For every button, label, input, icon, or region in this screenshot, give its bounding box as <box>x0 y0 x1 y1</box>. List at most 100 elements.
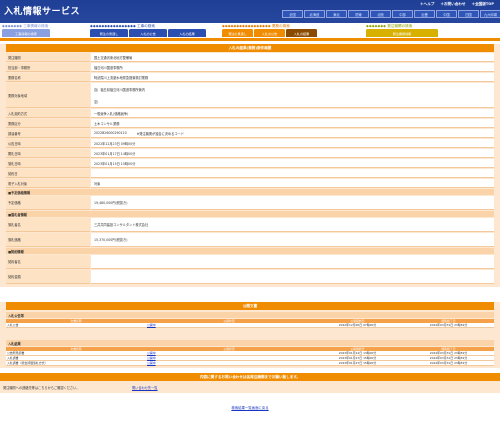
help-link[interactable]: ＋ヘルプ <box>420 2 434 7</box>
table-row: 電子入札対象 対象 <box>6 179 494 188</box>
tab-gyoumu-notice[interactable]: 入札の公告 <box>254 29 285 37</box>
table-row: 業務対象地域 自）福島県福島河川国道事務所管内 至） <box>6 83 494 108</box>
dots-decoration: ◆◆◆◆◆◆◆ <box>2 23 23 28</box>
area-to: 至） <box>94 99 101 104</box>
doc-end: 2024年03月31日 23時59分 <box>429 360 468 365</box>
nav-group-gyoumu: ◆◆◆◆◆◆◆◆◆◆◆◆◆◆◆◆◆ 業務の検索 発注の見通し 入札の公告 入札の… <box>222 23 342 38</box>
field-label: 落札日時 <box>6 159 90 168</box>
field-label: 業務対象地域 <box>6 83 90 108</box>
region-tab[interactable]: 四国 <box>458 10 479 18</box>
nav-group-label: 工事情報の検索 <box>23 23 49 28</box>
procurement-memo: ※発注機関が独自に決めるコード <box>136 131 184 136</box>
doc-name: 入札調書 <box>7 355 19 360</box>
nav-group-hacchu: ◆◆◆◆◆◆◆ 発注機関の検索 発注機関情報 <box>366 23 494 38</box>
field-value: 2023年01月15日 15時00分 <box>91 159 494 168</box>
tab-kouji-outlook[interactable]: 発注の見通し <box>90 29 128 37</box>
national-top-link[interactable]: ＋全国版TOP <box>471 2 494 7</box>
table-row: 予定価格 19,480,000円(税抜き) <box>6 196 494 210</box>
site-header: 入札情報サービス ＋ヘルプ ＋お問い合わせ ＋全国版TOP 全国 北海道 東北 … <box>0 0 500 23</box>
region-tab[interactable]: 東北 <box>326 10 347 18</box>
field-label: 担当部・事務所 <box>6 63 90 72</box>
doc-row: 入札調書 公開中 2023年01月27日 15時00分 2024年03月31日 … <box>6 356 494 361</box>
tab-kouji-notice[interactable]: 入札の公告 <box>129 29 167 37</box>
field-value: 2022B26000290110 ※発注機関が独自に決めるコード <box>91 129 494 138</box>
field-label: 契約金額 <box>6 270 90 284</box>
back-to-results: 検索結果一覧画面に戻る <box>0 405 500 410</box>
field-label: 落札価格 <box>6 233 90 247</box>
table-row: 担当部・事務所 福島河川国道事務所 <box>6 63 494 72</box>
field-label: 業務名称 <box>6 73 90 82</box>
back-to-results-link[interactable]: 検索結果一覧画面に戻る <box>231 406 268 410</box>
doc-start: 2023年01月27日 15時00分 <box>338 355 377 360</box>
field-value: 15,370,000円(税抜き) <box>91 233 494 247</box>
region-tab[interactable]: 北陸 <box>370 10 391 18</box>
field-value: 2023年01月17日 14時00分 <box>91 149 494 158</box>
region-tab[interactable]: 中国 <box>436 10 457 18</box>
tab-kouji-info-search[interactable]: 工事情報の検索 <box>2 29 50 37</box>
field-label: 調達番号 <box>6 129 90 138</box>
region-tab[interactable]: 北海道 <box>304 10 325 18</box>
table-row: 契約金額 <box>6 270 494 284</box>
table-row: 公告日時 2022年12月23日 09時00分 <box>6 139 494 148</box>
doc-row: 入札調書（総合評価落札方式） 公開中 2023年01月27日 15時00分 20… <box>6 361 494 366</box>
public-documents-panel: 公開文書 入札公告等 文書名称 公開状況 公開開始日 閲覧終了日 入札公告 公開… <box>0 302 500 368</box>
nav-group-label: 業務の検索 <box>271 23 290 28</box>
nav-group-label: 工事の検索 <box>136 23 155 28</box>
table-row: 入札契約方式 一般競争入札(価格競争) <box>6 109 494 118</box>
field-value: 19,480,000円(税抜き) <box>91 196 494 210</box>
region-tab[interactable]: 関東 <box>348 10 369 18</box>
inquiry-notice: 内容に関するお問い合わせは各発注機関までお願い致します。 <box>0 373 500 381</box>
region-tab[interactable]: 全国 <box>282 10 303 18</box>
doc-end: 2024年03月31日 23時59分 <box>429 322 468 327</box>
table-row: 落札者名 三井共同建設コンサルタント株式会社 <box>6 218 494 232</box>
contact-link[interactable]: ＋お問い合わせ <box>440 2 465 7</box>
doc-status-link[interactable]: 公開中 <box>146 361 312 365</box>
field-label: 入札契約方式 <box>6 109 90 118</box>
table-row: 落札価格 15,370,000円(税抜き) <box>6 233 494 247</box>
table-row: 開札日時 2023年01月17日 14時00分 <box>6 149 494 158</box>
documents-title: 公開文書 <box>6 302 494 310</box>
doc-status-link[interactable]: 公開中 <box>146 351 312 355</box>
field-label: 電子入札対象 <box>6 179 90 188</box>
doc-status-link[interactable]: 公開中 <box>146 356 312 360</box>
field-value <box>91 270 494 284</box>
region-tab[interactable]: 九州沖縄 <box>480 10 500 18</box>
table-row: 契約者名 <box>6 255 494 269</box>
nav-group-kouji: ◆◆◆◆◆◆◆◆◆◆◆◆◆◆◆◆ 工事の検索 発注の見通し 入札の公告 入札の結… <box>90 23 210 38</box>
table-row: 業務区分 土木コンサル業務 <box>6 119 494 128</box>
doc-status[interactable]: 公開中 <box>147 351 156 355</box>
field-label: 契約者名 <box>6 255 90 269</box>
doc-status[interactable]: 公開中 <box>147 361 156 365</box>
table-row: 業務名称 阿武隈川上流遊水地緊急措置検討業務 <box>6 73 494 82</box>
doc-row: 入札公告 公開中 2022年12月20日 07時00分 2024年03月31日 … <box>6 323 494 328</box>
tab-kouji-result[interactable]: 入札の結果 <box>168 29 206 37</box>
detail-title: 入札の結果(業務)案件概要 <box>6 44 494 52</box>
procurement-number: 2022B26000290110 <box>94 131 127 135</box>
field-value: 阿武隈川上流遊水地緊急措置検討業務 <box>91 73 494 82</box>
doc-name: 入札調書（総合評価落札方式） <box>7 360 48 365</box>
table-row: 発注機関 国土交通省東北地方整備局 <box>6 53 494 62</box>
section-price: ■予定価格情報 <box>6 189 494 195</box>
region-selector: 全国 北海道 東北 関東 北陸 中部 近畿 中国 四国 九州沖縄 <box>282 10 500 18</box>
region-tab[interactable]: 近畿 <box>414 10 435 18</box>
field-label: 業務区分 <box>6 119 90 128</box>
nav-underline <box>0 38 500 41</box>
field-value: 2022年12月23日 09時00分 <box>91 139 494 148</box>
doc-status-link[interactable]: 公開中 <box>146 323 312 327</box>
doc-status[interactable]: 公開中 <box>147 356 156 360</box>
doc-start: 2023年01月12日 13時00分 <box>338 350 377 355</box>
tab-hacchu-info[interactable]: 発注機関情報 <box>366 29 438 37</box>
area-from: 自）福島県福島河川国道事務所管内 <box>94 87 145 92</box>
region-tab[interactable]: 中部 <box>392 10 413 18</box>
site-logo[interactable]: 入札情報サービス <box>4 4 80 17</box>
doc-name: 入札公告 <box>7 322 19 327</box>
field-value: 三井共同建設コンサルタント株式会社 <box>91 218 494 232</box>
tab-gyoumu-result[interactable]: 入札の結果 <box>286 29 317 37</box>
doc-status[interactable]: 公開中 <box>147 323 156 327</box>
table-row: 落札日時 2023年01月15日 15時00分 <box>6 159 494 168</box>
field-value: 福島河川国道事務所 <box>91 63 494 72</box>
tab-gyoumu-outlook[interactable]: 発注の見通し <box>222 29 253 37</box>
contact-list-link[interactable]: 問い合わせ先一覧 <box>132 385 158 390</box>
dots-decoration: ◆◆◆◆◆◆◆◆◆◆◆◆◆◆◆◆◆ <box>222 23 271 28</box>
field-label: 公告日時 <box>6 139 90 148</box>
